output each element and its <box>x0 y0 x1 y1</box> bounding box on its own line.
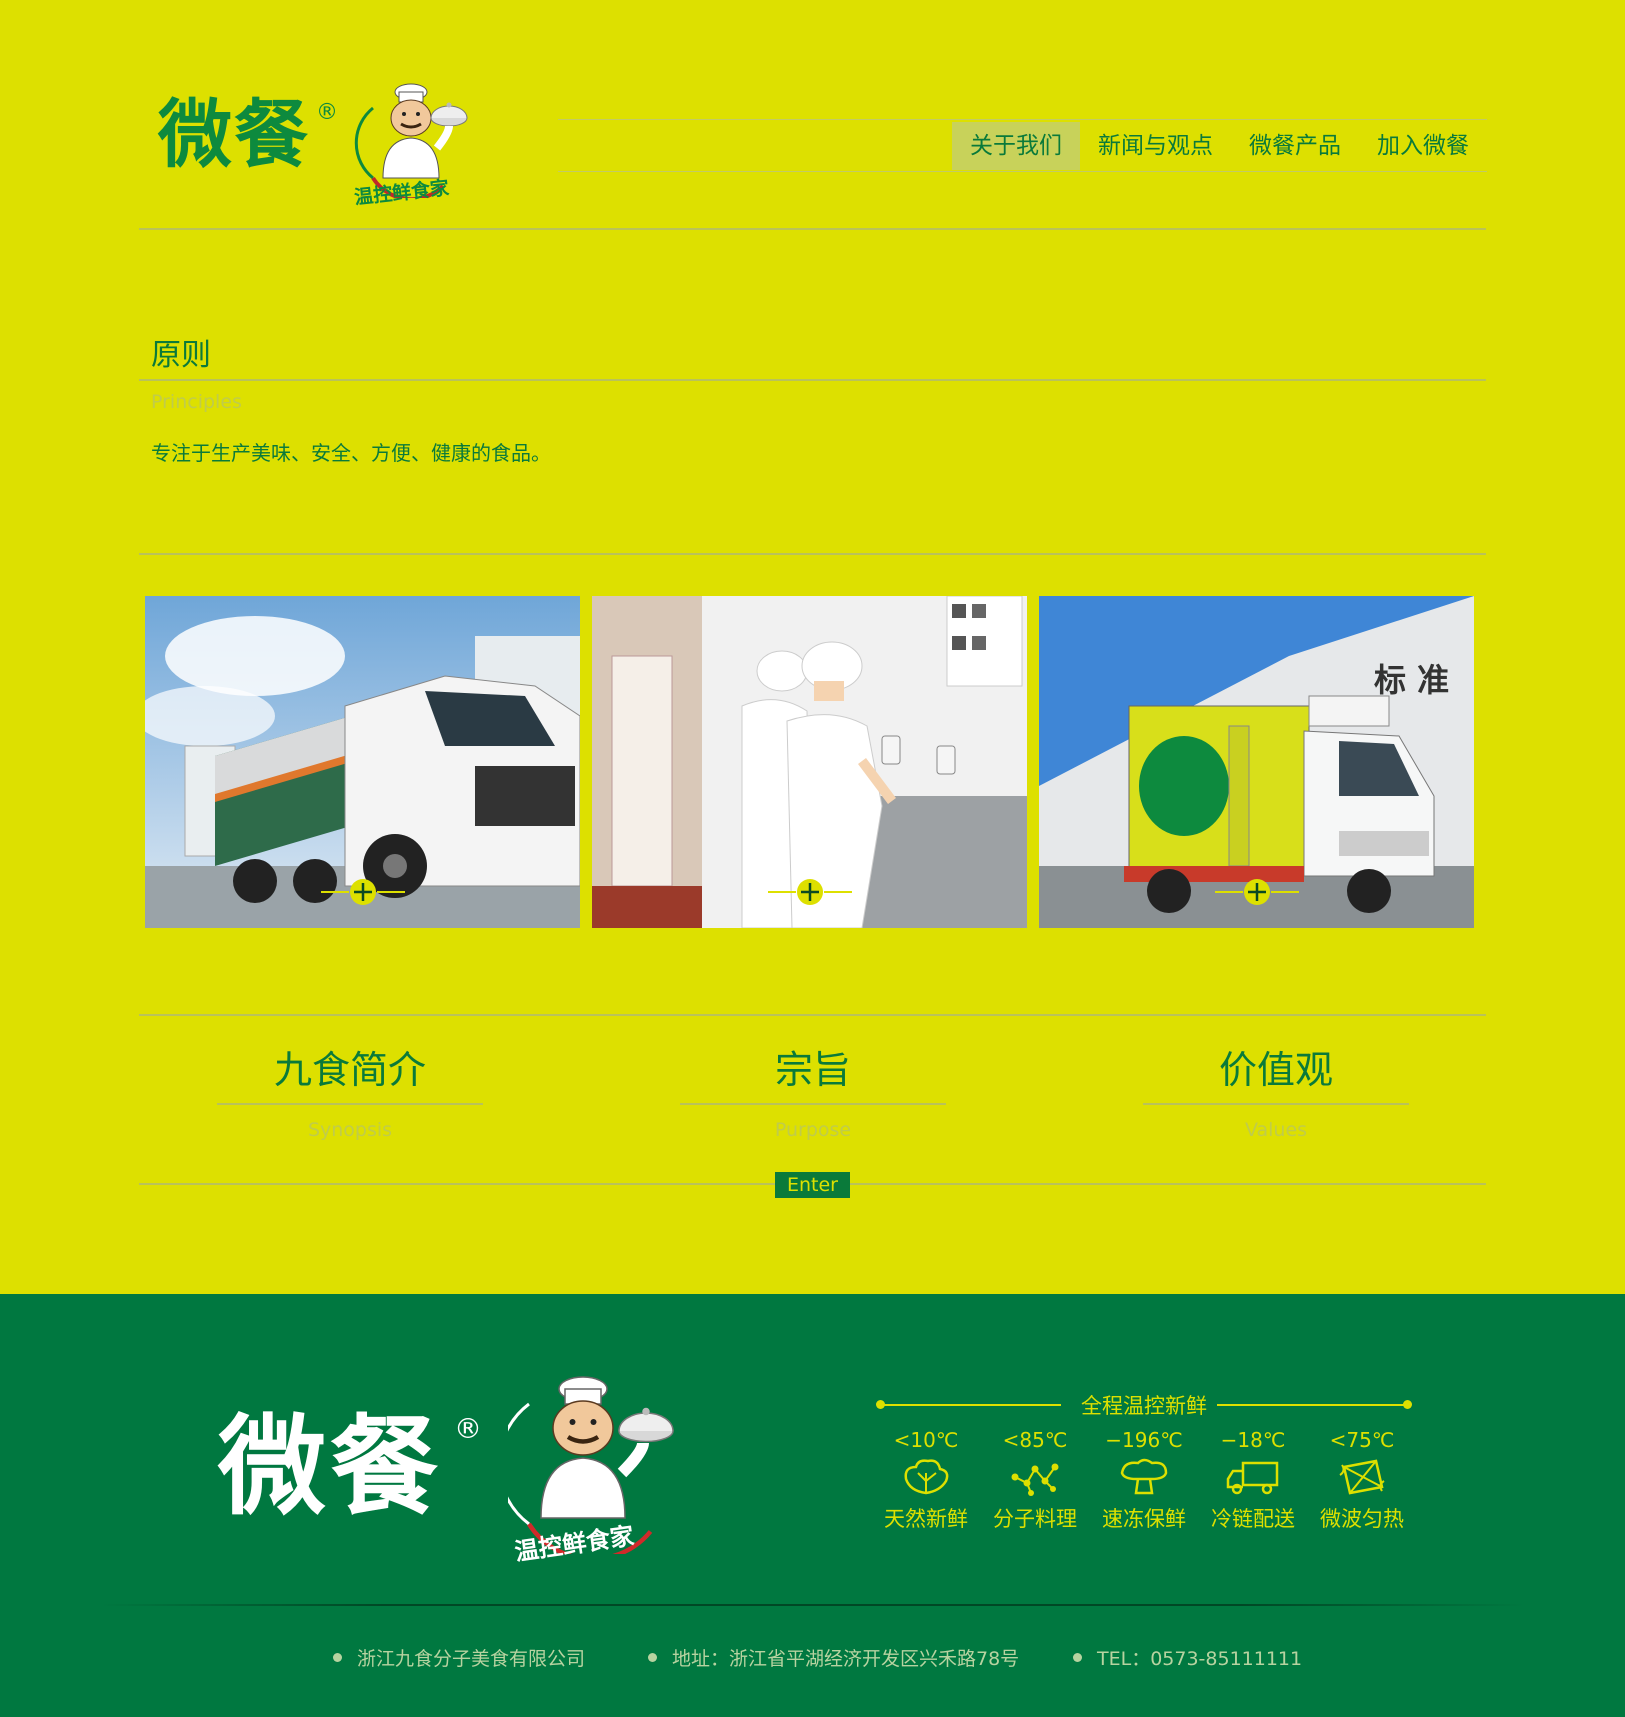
feature-molecular-cuisine: <85℃ 分子料理 <box>985 1425 1085 1533</box>
footer-tel: TEL：0573-85111111 <box>1073 1644 1302 1671</box>
feature-temp: −196℃ <box>1105 1428 1183 1452</box>
footer-logo-text: 微餐 <box>218 1405 443 1530</box>
section-title[interactable]: 宗旨 <box>680 1045 946 1103</box>
feature-label: 冷链配送 <box>1211 1507 1295 1531</box>
feature-natural-fresh: <10℃ 天然新鲜 <box>876 1425 976 1533</box>
company-tel: TEL：0573-85111111 <box>1097 1648 1303 1670</box>
plus-icon[interactable] <box>767 878 852 906</box>
plus-icon[interactable] <box>1214 878 1299 906</box>
feature-temp: <75℃ <box>1329 1428 1395 1452</box>
section-purpose[interactable]: 宗旨 Purpose <box>680 1045 946 1141</box>
principles-subtitle: Principles <box>151 391 242 413</box>
feature-label: 微波匀热 <box>1320 1507 1404 1531</box>
section-divider <box>1143 1103 1409 1105</box>
feature-label: 天然新鲜 <box>884 1507 968 1531</box>
section-title[interactable]: 价值观 <box>1143 1045 1409 1103</box>
photos-top-divider <box>139 553 1486 555</box>
svg-text:标 准: 标 准 <box>1374 661 1449 699</box>
company-address: 地址：浙江省平湖经济开发区兴禾路78号 <box>672 1648 1020 1670</box>
section-divider <box>680 1103 946 1105</box>
section-title[interactable]: 九食简介 <box>217 1045 483 1103</box>
header-divider <box>139 228 1486 230</box>
principles-text: 专注于生产美味、安全、方便、健康的食品。 <box>151 441 551 465</box>
main-nav: 关于我们 新闻与观点 微餐产品 加入微餐 <box>952 122 1487 170</box>
photo-workers-washing[interactable] <box>592 596 1027 928</box>
footer: 微餐 ® 温控鲜食家 全程温控新鲜 <10℃ 天然新鲜 <85℃ 分子料理 −1… <box>0 1294 1625 1717</box>
bullet-dot <box>648 1653 657 1662</box>
feature-cold-chain: −18℃ 冷链配送 <box>1203 1425 1303 1533</box>
main-content: 微餐 ® 温控鲜食家 关于我们 新闻与观点 微餐产品 加入微餐 原则 Princ… <box>0 0 1625 1294</box>
sections-top-divider <box>139 1014 1486 1016</box>
footer-logo: 微餐 ® 温控鲜食家 <box>218 1374 688 1566</box>
mushroom-cloud-icon <box>1120 1458 1168 1495</box>
feature-line-dot <box>1403 1400 1412 1409</box>
molecule-icon <box>1011 1463 1059 1496</box>
plus-icon[interactable] <box>320 878 405 906</box>
microwave-icon <box>1339 1459 1385 1495</box>
feature-label: 分子料理 <box>993 1507 1077 1531</box>
footer-company: 浙江九食分子美食有限公司 <box>333 1644 585 1671</box>
feature-quick-freeze: −196℃ 速冻保鲜 <box>1094 1425 1194 1533</box>
feature-line-right <box>1217 1404 1407 1406</box>
section-subtitle: Purpose <box>774 1119 852 1141</box>
bullet-dot <box>333 1653 342 1662</box>
photo-tanker-truck[interactable] <box>145 596 580 928</box>
enter-button[interactable]: Enter <box>775 1172 850 1198</box>
nav-item-products[interactable]: 微餐产品 <box>1231 122 1359 170</box>
logo-text: 微餐 <box>158 92 310 178</box>
principles-title: 原则 <box>151 338 211 373</box>
section-divider <box>217 1103 483 1105</box>
section-subtitle: Synopsis <box>307 1119 393 1141</box>
footer-logo-registered-mark: ® <box>454 1412 482 1445</box>
feature-temp: −18℃ <box>1220 1428 1286 1452</box>
nav-bottom-line <box>558 171 1487 172</box>
vegetable-icon <box>904 1459 949 1495</box>
bullet-dot <box>1073 1653 1082 1662</box>
section-synopsis[interactable]: 九食简介 Synopsis <box>217 1045 483 1141</box>
section-subtitle: Values <box>1244 1119 1308 1141</box>
nav-item-news[interactable]: 新闻与观点 <box>1080 122 1231 170</box>
section-values[interactable]: 价值观 Values <box>1143 1045 1409 1141</box>
feature-columns: <10℃ 天然新鲜 <85℃ 分子料理 −196℃ 速冻保鲜 −18℃ 冷链配送… <box>876 1425 1412 1533</box>
feature-label: 速冻保鲜 <box>1102 1507 1186 1531</box>
principles-divider <box>139 379 1486 381</box>
nav-item-join[interactable]: 加入微餐 <box>1359 122 1487 170</box>
temperature-features: 全程温控新鲜 <10℃ 天然新鲜 <85℃ 分子料理 −196℃ 速冻保鲜 −1… <box>876 1390 1412 1550</box>
footer-separator <box>100 1604 1525 1606</box>
nav-top-line <box>558 119 1487 120</box>
header-logo[interactable]: 微餐 ® 温控鲜食家 <box>158 78 478 209</box>
footer-address: 地址：浙江省平湖经济开发区兴禾路78号 <box>648 1644 1019 1671</box>
feature-microwave-heat: <75℃ 微波匀热 <box>1312 1425 1412 1533</box>
nav-item-about[interactable]: 关于我们 <box>952 122 1080 170</box>
company-name: 浙江九食分子美食有限公司 <box>357 1648 586 1670</box>
feature-temp: <85℃ <box>1002 1428 1068 1452</box>
feature-temp: <10℃ <box>893 1428 959 1452</box>
truck-icon <box>1226 1461 1279 1495</box>
logo-registered-mark: ® <box>316 100 338 125</box>
photo-refrigerated-truck[interactable]: 标 准 <box>1039 596 1474 928</box>
